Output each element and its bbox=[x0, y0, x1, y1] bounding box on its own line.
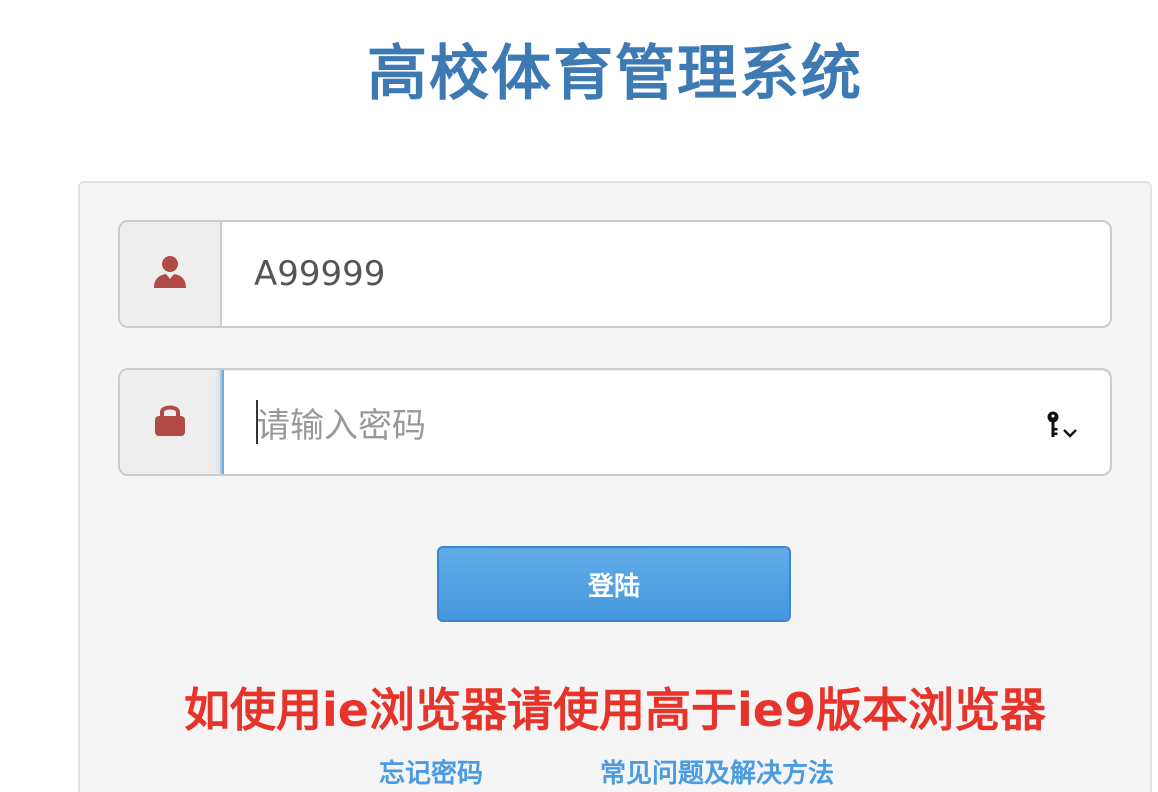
keychain-autofill-button[interactable] bbox=[1046, 408, 1078, 448]
password-placeholder: 请输入密码 bbox=[256, 405, 426, 446]
login-button[interactable]: 登陆 bbox=[437, 546, 791, 622]
key-icon bbox=[1046, 408, 1060, 448]
faq-link[interactable]: 常见问题及解决方法 bbox=[600, 756, 834, 792]
password-addon bbox=[120, 370, 222, 474]
lock-icon bbox=[150, 400, 190, 444]
username-input-group: A99999 bbox=[118, 220, 1112, 328]
forgot-password-link[interactable]: 忘记密码 bbox=[379, 756, 483, 792]
password-field[interactable]: 请输入密码 bbox=[222, 370, 1110, 474]
browser-notice: 如使用ie浏览器请使用高于ie9版本浏览器 bbox=[184, 683, 1046, 737]
user-icon bbox=[150, 252, 190, 296]
username-addon bbox=[120, 222, 222, 326]
password-input-group: 请输入密码 bbox=[118, 368, 1112, 476]
text-caret bbox=[256, 400, 258, 444]
login-page: 高校体育管理系统 A99999 请输入密码 登陆 如使用ie浏览器请使用高于ie… bbox=[0, 0, 1158, 792]
username-value: A99999 bbox=[254, 254, 386, 294]
page-title: 高校体育管理系统 bbox=[367, 39, 863, 109]
username-field[interactable]: A99999 bbox=[222, 222, 1110, 326]
chevron-down-icon bbox=[1062, 408, 1078, 448]
